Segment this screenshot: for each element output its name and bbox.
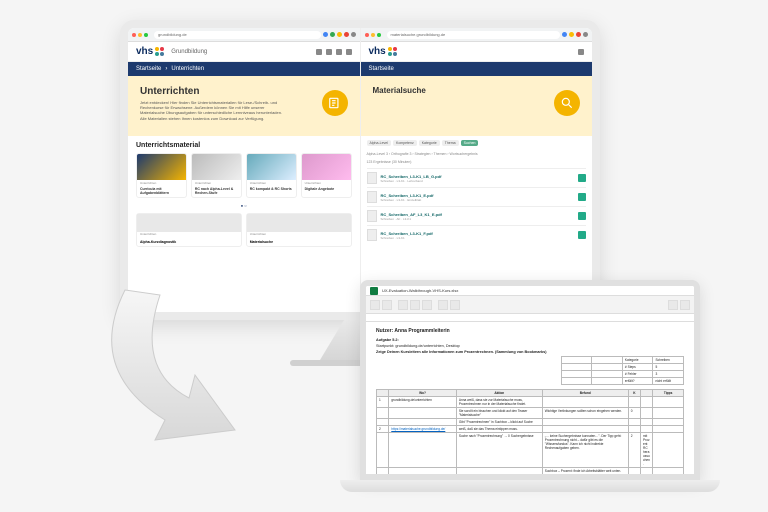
- file-name: UX-Evaluation-Walkthrough-VHS-Kurs.xlsx: [382, 288, 458, 293]
- filter-select[interactable]: Thema: [442, 140, 459, 146]
- file-icon: [367, 172, 377, 184]
- browser-left: grundbildung.de vhs Grundbildung: [128, 28, 361, 312]
- browser-chrome: materialsuche.grundbildung.de: [361, 28, 593, 42]
- table-row: 2https://materialsuche.grundbildung.de/w…: [377, 426, 684, 433]
- address-bar[interactable]: materialsuche.grundbildung.de: [387, 31, 561, 39]
- table-row: Suchbox – Prozent: finde ich Arbeitsblät…: [377, 468, 684, 475]
- download-button[interactable]: [578, 193, 586, 201]
- evaluation-table: Wo? AktionBefund K Tipps 1grundbildung.d…: [376, 389, 684, 474]
- download-button[interactable]: [578, 174, 586, 182]
- filter-select[interactable]: Kategorie: [419, 140, 440, 146]
- material-card[interactable]: UnterrichtenRC kompakt & RC Shorts: [246, 153, 297, 198]
- hero-banner: Unterrichten Jetzt entdecken! Hier finde…: [128, 76, 360, 136]
- excel-icon: [370, 287, 378, 295]
- excel-titlebar: UX-Evaluation-Walkthrough-VHS-Kurs.xlsx: [366, 286, 694, 296]
- user-icon: [326, 49, 332, 55]
- wide-card[interactable]: UnterrichtenAlpha-Kurzdiagnostik: [136, 213, 242, 247]
- download-button[interactable]: [578, 212, 586, 220]
- filter-crumbs: Alpha-Level 3 › Orthografie 3 › Strategi…: [361, 150, 593, 158]
- material-card[interactable]: UnterrichtenCurricula mit Aufgabenblätte…: [136, 153, 187, 198]
- breadcrumb[interactable]: Startseite›Unterrichten: [128, 62, 360, 76]
- browser-right: materialsuche.grundbildung.de vhs S: [361, 28, 593, 312]
- material-card[interactable]: UnterrichtenDigitale Angebote: [301, 153, 352, 198]
- wide-card[interactable]: UnterrichtenMaterialsuche: [246, 213, 352, 247]
- excel-ribbon[interactable]: [366, 296, 694, 314]
- page-title: Materialsuche: [373, 86, 581, 95]
- file-icon: [367, 229, 377, 241]
- menu-icon: [346, 49, 352, 55]
- gear-icon: [336, 49, 342, 55]
- laptop: UX-Evaluation-Walkthrough-VHS-Kurs.xlsx …: [340, 280, 720, 492]
- file-icon: [367, 210, 377, 222]
- result-item[interactable]: RC_Schreiben_L3-K1_LB_G.pdfSchreiben · L…: [367, 168, 587, 187]
- download-button[interactable]: [578, 231, 586, 239]
- carousel-pager[interactable]: ● ○: [128, 200, 360, 211]
- excel-app: UX-Evaluation-Walkthrough-VHS-Kurs.xlsx …: [366, 286, 694, 474]
- vhs-logo[interactable]: vhs: [136, 46, 165, 57]
- filter-select[interactable]: Alpha-Level: [367, 140, 391, 146]
- table-row: Sie scrollt ein bisschen und klickt auf …: [377, 408, 684, 419]
- material-card[interactable]: UnterrichtenRC nach Alpha-Level & Rechen…: [191, 153, 242, 198]
- file-icon: [367, 191, 377, 203]
- formula-bar[interactable]: [366, 314, 694, 322]
- search-icon: [316, 49, 322, 55]
- address-bar[interactable]: grundbildung.de: [154, 31, 321, 39]
- flow-arrow-icon: [85, 280, 305, 460]
- browser-chrome: grundbildung.de: [128, 28, 360, 42]
- header-tools[interactable]: [316, 49, 352, 55]
- vhs-logo[interactable]: vhs: [369, 46, 398, 57]
- result-count: 123 Ergebnisse (30 Minuten): [361, 158, 593, 166]
- hero-banner: Materialsuche: [361, 76, 593, 136]
- search-button[interactable]: Suchen: [461, 140, 479, 146]
- result-item[interactable]: RC_Schreiben_L3-K1_E.pdfSchreiben · L3-K…: [367, 187, 587, 206]
- result-item[interactable]: RC_Schreiben_L3-K1_F.pdfSchreiben · L3-K…: [367, 225, 587, 244]
- card-row: UnterrichtenCurricula mit Aufgabenblätte…: [128, 151, 360, 200]
- filter-row: Alpha-Level Kompetenz Kategorie Thema Su…: [361, 136, 593, 150]
- filter-select[interactable]: Kompetenz: [393, 140, 417, 146]
- table-row: Suche nach "Prozentrechnung" → 0 Sucherg…: [377, 433, 684, 468]
- section-heading: Unterrichtsmaterial: [128, 136, 360, 151]
- result-item[interactable]: RC_Schreiben_AF_L3_K1_E.pdfSchreiben · A…: [367, 206, 587, 225]
- page-title: Unterrichten: [140, 86, 348, 97]
- hero-badge-icon: [322, 90, 348, 116]
- search-badge-icon: [554, 90, 580, 116]
- breadcrumb[interactable]: Startseite: [361, 62, 593, 76]
- table-row: 1grundbildung.de/unterrichtenAnna weiß, …: [377, 397, 684, 408]
- sheet-heading: Nutzer: Anna Programmleiterin: [376, 328, 684, 334]
- header-tools[interactable]: [578, 49, 584, 55]
- spreadsheet-body[interactable]: Nutzer: Anna Programmleiterin Aufgabe 5.…: [366, 322, 694, 474]
- table-row: Gibt "Prozentrechnen" in Suchbox – klick…: [377, 419, 684, 426]
